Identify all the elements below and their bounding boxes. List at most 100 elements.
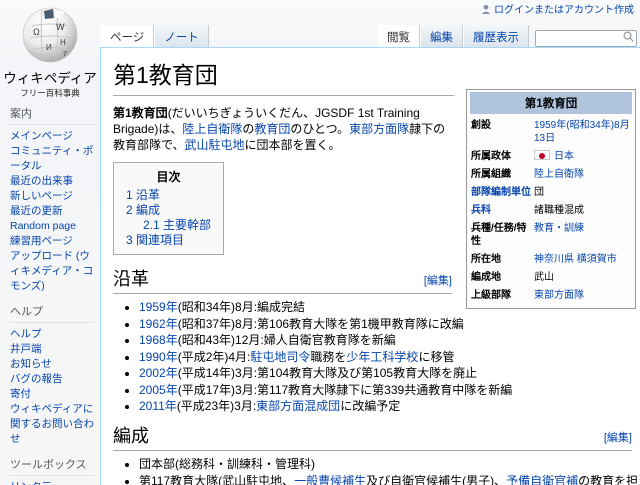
- enlisted-candidate-link[interactable]: 一般曹候補生: [294, 474, 366, 485]
- history-item: 1990年(平成2年)4月:駐屯地司令職務を少年工科学校に移管: [139, 349, 632, 365]
- page-title: 第1教育団: [113, 56, 454, 96]
- branch-label-link[interactable]: 兵科: [471, 205, 491, 216]
- parent-unit-link[interactable]: 東部方面隊: [534, 290, 584, 301]
- sidebar-section-help: ヘルプ ヘルプ 井戸端 お知らせ バグの報告 寄付 ウィキペディアに関するお問い…: [0, 296, 100, 449]
- login-link[interactable]: ログインまたはアカウント作成: [494, 1, 634, 16]
- sidebar-item-bug-report[interactable]: バグの報告: [10, 372, 96, 387]
- sidebar: Ω W H И 7 ウィキペディア フリー百科事典 案内 メインページ コミュニ…: [0, 0, 100, 485]
- year-link[interactable]: 1962年: [139, 317, 178, 331]
- article-content: 第1教育団 創設 1959年(昭和34年)8月13日 所属政体 日本 所属組織 …: [100, 47, 640, 485]
- sidebar-item-current-events[interactable]: 最近の出来事: [10, 174, 96, 189]
- year-link[interactable]: 2002年: [139, 366, 178, 380]
- sidebar-heading-help: ヘルプ: [10, 303, 94, 323]
- edit-section-history-link[interactable]: [編集]: [424, 272, 452, 288]
- toc-item-related[interactable]: 3 関連項目: [126, 233, 211, 248]
- sidebar-section-navigation: 案内 メインページ コミュニティ・ポータル 最近の出来事 新しいページ 最近の更…: [0, 98, 100, 296]
- wikipedia-wordmark: ウィキペディア: [3, 71, 97, 86]
- history-list: 1959年(昭和34年)8月:編成完結 1962年(昭和37年)8月:第106教…: [139, 299, 632, 414]
- tab-bar: ページ ノート 閲覧 編集 履歴表示: [100, 25, 640, 47]
- tab-edit[interactable]: 編集: [420, 25, 463, 47]
- toc-item-key-officers[interactable]: 2.1 主要幹部: [126, 218, 211, 233]
- toc-title: 目次: [156, 170, 181, 184]
- sidebar-heading-toolbox: ツールボックス: [10, 456, 94, 476]
- wikipedia-logo[interactable]: Ω W H И 7 ウィキペディア フリー百科事典: [0, 0, 100, 98]
- svg-text:H: H: [60, 38, 66, 47]
- founded-date-link[interactable]: 1959年(昭和34年)8月13日: [534, 120, 630, 144]
- reserve-candidate-link[interactable]: 予備自衛官補: [506, 474, 578, 485]
- japan-flag-icon: [534, 150, 550, 160]
- org-item-headquarters: 団本部(総務科・訓練科・管理科): [139, 456, 632, 472]
- year-link[interactable]: 2011年: [139, 399, 177, 413]
- takeyama-camp-link[interactable]: 武山駐屯地: [185, 138, 245, 152]
- infobox-row-founded: 創設 1959年(昭和34年)8月13日: [471, 120, 630, 144]
- sidebar-item-sandbox[interactable]: 練習用ページ: [10, 234, 96, 249]
- organization-list: 団本部(総務科・訓練科・管理科) 第117教育大隊(武山駐屯地、一般曹候補生及び…: [139, 456, 640, 485]
- infobox-row-formation-place: 編成地 武山: [471, 272, 554, 283]
- history-item: 1962年(昭和37年)8月:第106教育大隊を第1機甲教育隊に改編: [139, 316, 632, 332]
- sidebar-item-what-links-here[interactable]: リンク元: [10, 480, 96, 485]
- sidebar-item-new-pages[interactable]: 新しいページ: [10, 189, 96, 204]
- sidebar-heading-navigation: 案内: [10, 105, 94, 125]
- unit-type-label-link[interactable]: 部隊編制単位: [471, 187, 531, 198]
- sidebar-section-toolbox: ツールボックス リンク元 関連する変更 ファイルをアップロード 特別ページ 印刷…: [0, 449, 100, 485]
- svg-text:W: W: [56, 22, 65, 32]
- tab-read[interactable]: 閲覧: [377, 25, 420, 47]
- year-link[interactable]: 1959年: [139, 300, 178, 314]
- tab-history[interactable]: 履歴表示: [463, 25, 529, 47]
- sidebar-item-news[interactable]: お知らせ: [10, 357, 96, 372]
- role-link[interactable]: 教育・訓練: [534, 223, 584, 234]
- tab-talk[interactable]: ノート: [154, 25, 209, 47]
- user-icon: [481, 4, 491, 14]
- infobox-row-parent-unit: 上級部隊 東部方面隊: [471, 290, 584, 301]
- year-link[interactable]: 2005年: [139, 383, 178, 397]
- org-item-117th-battalion: 第117教育大隊(武山駐屯地、一般曹候補生及び自衛官候補生(男子)、予備自衛官補…: [139, 473, 640, 485]
- history-item: 2005年(平成17年)3月:第117教育大隊隷下に第339共通教育中隊を新編: [139, 382, 632, 398]
- sidebar-item-upload[interactable]: アップロード (ウィキメディア・コモンズ): [10, 249, 96, 294]
- wikipedia-globe-icon: Ω W H И 7: [22, 7, 78, 63]
- table-of-contents: 目次 1 沿革 2 編成 2.1 主要幹部 3 関連項目: [113, 162, 225, 255]
- sidebar-item-help[interactable]: ヘルプ: [10, 327, 96, 342]
- infobox-row-branch: 兵科 諸職種混成: [471, 205, 584, 216]
- sidebar-item-recent-changes[interactable]: 最近の更新: [10, 204, 96, 219]
- search-input[interactable]: [535, 29, 637, 47]
- jgsdf-link[interactable]: 陸上自衛隊: [182, 122, 242, 136]
- infobox-title: 第1教育団: [470, 92, 632, 114]
- svg-text:7: 7: [63, 51, 67, 58]
- sidebar-item-community-portal[interactable]: コミュニティ・ポータル: [10, 144, 96, 174]
- edit-section-organization-link[interactable]: [編集]: [604, 429, 632, 445]
- location-link[interactable]: 神奈川県 横須賀市: [534, 254, 617, 265]
- svg-text:Ω: Ω: [33, 27, 40, 37]
- infobox-row-organization: 所属組織 陸上自衛隊: [471, 169, 584, 180]
- sidebar-item-donate[interactable]: 寄付: [10, 387, 96, 402]
- sidebar-item-village-pump[interactable]: 井戸端: [10, 342, 96, 357]
- infobox-military-unit: 第1教育団 創設 1959年(昭和34年)8月13日 所属政体 日本 所属組織 …: [466, 89, 636, 309]
- sidebar-item-contact[interactable]: ウィキペディアに関するお問い合わせ: [10, 402, 96, 447]
- camp-commander-link[interactable]: 駐屯地司令: [250, 350, 310, 364]
- search-box: [535, 28, 637, 47]
- infobox-row-role: 兵種/任務/特性 教育・訓練: [471, 223, 584, 247]
- youth-technical-school-link[interactable]: 少年工科学校: [346, 350, 418, 364]
- eastern-composite-brigade-link[interactable]: 東部方面混成団: [256, 399, 340, 413]
- infobox-row-unit-type: 部隊編制単位 団: [471, 187, 544, 198]
- article-subject-bold: 第1教育団: [113, 106, 168, 120]
- year-link[interactable]: 1990年: [139, 350, 178, 364]
- organization-link[interactable]: 陸上自衛隊: [534, 169, 584, 180]
- toc-item-history[interactable]: 1 沿革: [126, 188, 211, 203]
- year-link[interactable]: 1968年: [139, 333, 178, 347]
- search-icon[interactable]: [623, 31, 634, 42]
- sidebar-item-mainpage[interactable]: メインページ: [10, 129, 96, 144]
- svg-text:И: И: [46, 43, 52, 52]
- infobox-row-location: 所在地 神奈川県 横須賀市: [471, 254, 617, 265]
- infobox-row-country: 所属政体 日本: [471, 150, 574, 162]
- eastern-army-link[interactable]: 東部方面隊: [349, 122, 409, 136]
- toc-item-organization[interactable]: 2 編成: [126, 203, 211, 218]
- training-brigade-link[interactable]: 教育団: [254, 122, 290, 136]
- section-heading-history: [編集] 沿革: [113, 265, 452, 294]
- personal-bar: ログインまたはアカウント作成: [481, 1, 634, 16]
- country-link[interactable]: 日本: [554, 151, 574, 162]
- sidebar-item-random-page[interactable]: Random page: [10, 219, 96, 234]
- history-item: 2011年(平成23年)3月:東部方面混成団に改編予定: [139, 398, 632, 414]
- tab-page[interactable]: ページ: [100, 25, 155, 47]
- content-column: ページ ノート 閲覧 編集 履歴表示 第1教育団 創設 1959年(昭和34年)…: [100, 0, 640, 485]
- intro-paragraph: 第1教育団(だいいちぎょういくだん、JGSDF 1st Training Bri…: [113, 106, 446, 152]
